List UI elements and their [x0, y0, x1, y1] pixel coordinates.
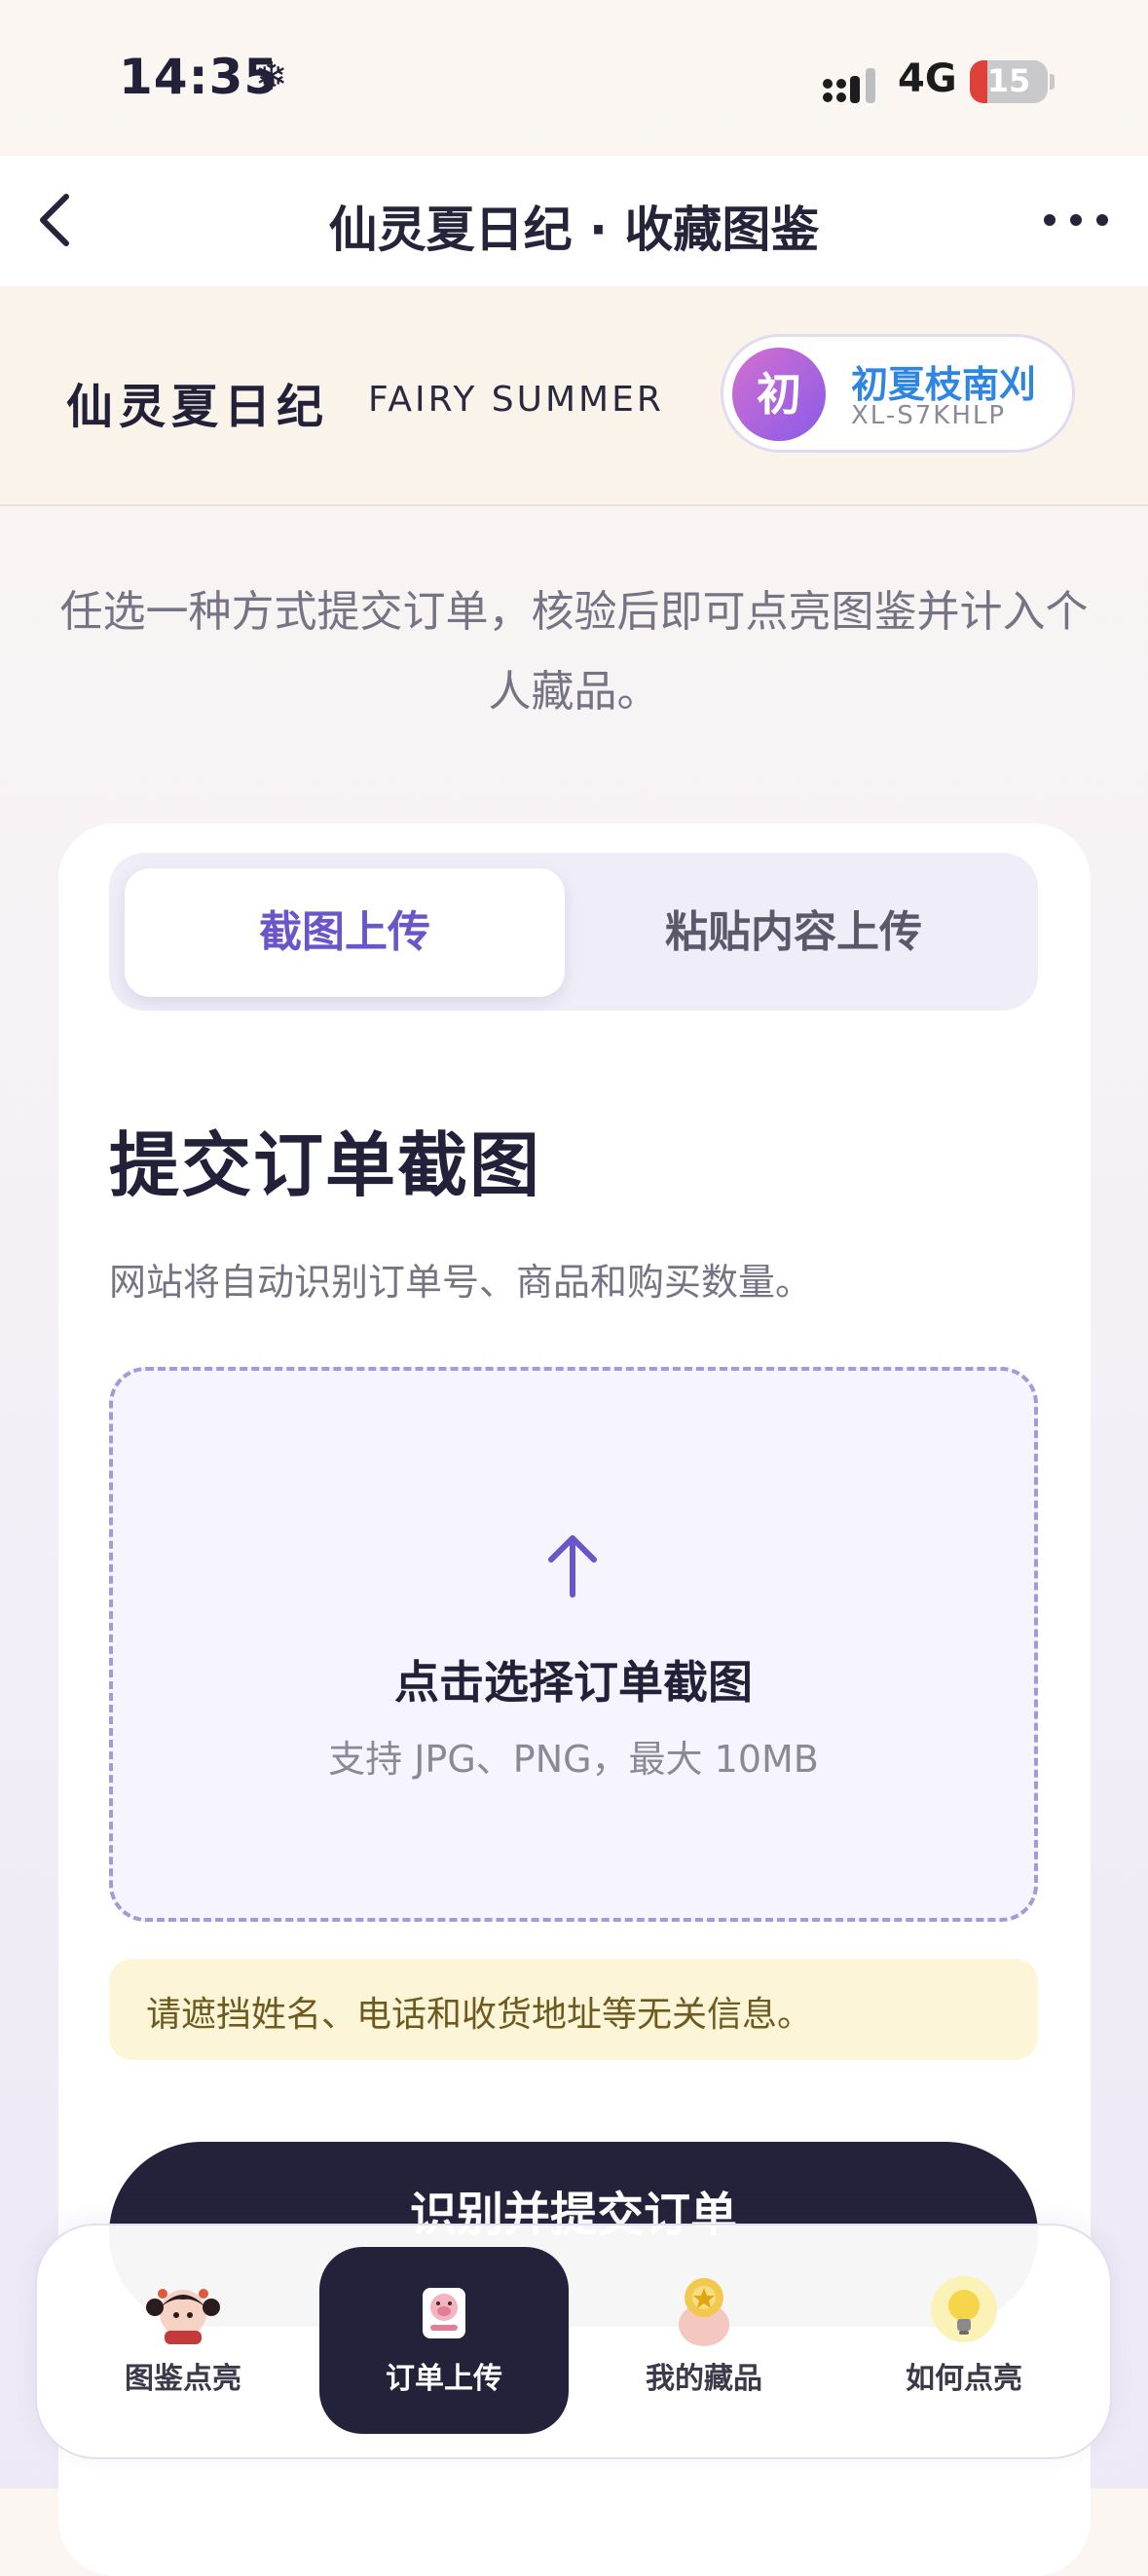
snowflake-icon: ❄: [255, 55, 288, 99]
bottom-tab-label: 图鉴点亮: [125, 2362, 241, 2396]
user-name: 初夏枝南刈: [851, 363, 1037, 406]
bottom-tab-how-to[interactable]: 如何点亮: [839, 2274, 1089, 2397]
upload-arrow-icon: [548, 1535, 597, 1598]
network-type: 4G: [898, 56, 957, 101]
screenshot-dropzone[interactable]: [109, 1367, 1038, 1922]
page-title: 仙灵夏日纪 · 收藏图鉴: [328, 202, 820, 258]
bottom-tab-my-collection[interactable]: 我的藏品: [579, 2274, 829, 2397]
section-description: 网站将自动识别订单号、商品和购买数量。: [109, 1261, 813, 1304]
battery-icon: 15: [970, 60, 1048, 103]
doll-icon: [146, 2289, 220, 2344]
dropzone-title: 点击选择订单截图: [394, 1656, 753, 1709]
tab-paste-upload[interactable]: 粘贴内容上传: [565, 868, 1022, 997]
more-icon[interactable]: [1032, 191, 1120, 249]
battery-tip: [1050, 74, 1055, 90]
brand-name-en: FAIRY SUMMER: [368, 380, 664, 420]
battery-level: 15: [986, 62, 1031, 99]
lightbulb-icon: [931, 2276, 997, 2342]
privacy-notice-text: 请遮挡姓名、电话和收货地址等无关信息。: [146, 1995, 813, 2035]
intro-text: 任选一种方式提交订单，核验后即可点亮图鉴并计入个人藏品。: [59, 587, 1089, 717]
bottom-tab-label: 我的藏品: [646, 2362, 762, 2396]
signal-icon: [823, 68, 875, 103]
collection-icon: [679, 2278, 729, 2346]
bottom-tab-label: 订单上传: [386, 2362, 502, 2396]
bottom-tab-label: 如何点亮: [906, 2362, 1022, 2396]
bottom-tab-gallery[interactable]: 图鉴点亮: [58, 2274, 308, 2397]
pig-icon: [423, 2288, 465, 2338]
user-id: XL-S7KHLP: [851, 401, 1007, 430]
dropzone-hint: 支持 JPG、PNG，最大 10MB: [328, 1738, 819, 1781]
brand-name-cn: 仙灵夏日纪: [66, 380, 330, 434]
bottom-tab-order-upload[interactable]: 订单上传: [319, 2274, 569, 2397]
tab-screenshot-upload[interactable]: 截图上传: [125, 868, 565, 997]
section-title: 提交订单截图: [109, 1124, 542, 1206]
avatar: 初: [732, 348, 826, 441]
